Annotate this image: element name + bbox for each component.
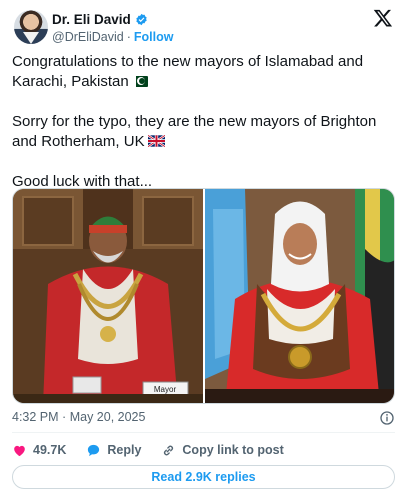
x-logo-icon[interactable] bbox=[373, 8, 393, 28]
copy-link-button[interactable]: Copy link to post bbox=[161, 443, 284, 458]
read-replies-button[interactable]: Read 2.9K replies bbox=[12, 465, 395, 489]
tweet-card: Dr. Eli David @DrEliDavid · Follow Congr… bbox=[0, 0, 407, 500]
mayor-photo-right-image bbox=[205, 189, 394, 403]
mayor-photo-left[interactable]: Mayor bbox=[13, 189, 203, 403]
handle-separator: · bbox=[126, 30, 131, 44]
verified-badge-icon bbox=[136, 13, 147, 26]
like-count: 49.7K bbox=[33, 443, 67, 457]
divider bbox=[12, 432, 395, 433]
pakistan-flag-icon bbox=[131, 76, 148, 87]
uk-flag-icon bbox=[147, 135, 165, 147]
mayor-photo-right[interactable] bbox=[205, 189, 394, 403]
tweet-time[interactable]: 4:32 PM bbox=[12, 410, 59, 424]
heart-icon bbox=[14, 445, 25, 456]
tweet-paragraph-1: Congratulations to the new mayors of Isl… bbox=[12, 52, 395, 92]
author-name[interactable]: Dr. Eli David bbox=[52, 12, 131, 27]
like-button[interactable]: 49.7K bbox=[12, 443, 66, 458]
tweet-actions: 49.7K Reply Copy link to post bbox=[12, 440, 395, 460]
reply-button[interactable]: Reply bbox=[86, 443, 141, 458]
info-icon[interactable] bbox=[379, 410, 395, 426]
tweet-paragraph-2: Sorry for the typo, they are the new may… bbox=[12, 112, 395, 152]
tweet-line-2: Sorry for the typo, they are the new may… bbox=[12, 113, 377, 150]
copy-link-label: Copy link to post bbox=[182, 443, 284, 457]
mayor-placard: Mayor bbox=[154, 385, 177, 394]
follow-button[interactable]: Follow bbox=[134, 30, 174, 44]
tweet-meta: 4:32 PM · May 20, 2025 bbox=[12, 410, 395, 428]
author-info: Dr. Eli David @DrEliDavid · Follow bbox=[52, 11, 173, 44]
meta-separator: · bbox=[62, 410, 67, 424]
link-icon bbox=[164, 445, 174, 455]
reply-label: Reply bbox=[107, 443, 142, 457]
tweet-line-1: Congratulations to the new mayors of Isl… bbox=[12, 53, 364, 90]
reply-bubble-icon bbox=[88, 444, 100, 456]
author-handle[interactable]: @DrEliDavid bbox=[52, 30, 124, 44]
tweet-media[interactable]: Mayor bbox=[12, 188, 395, 404]
tweet-date[interactable]: May 20, 2025 bbox=[70, 410, 146, 424]
mayor-photo-left-image: Mayor bbox=[13, 189, 203, 403]
avatar[interactable] bbox=[14, 10, 48, 44]
tweet-header: Dr. Eli David @DrEliDavid · Follow bbox=[12, 8, 395, 48]
